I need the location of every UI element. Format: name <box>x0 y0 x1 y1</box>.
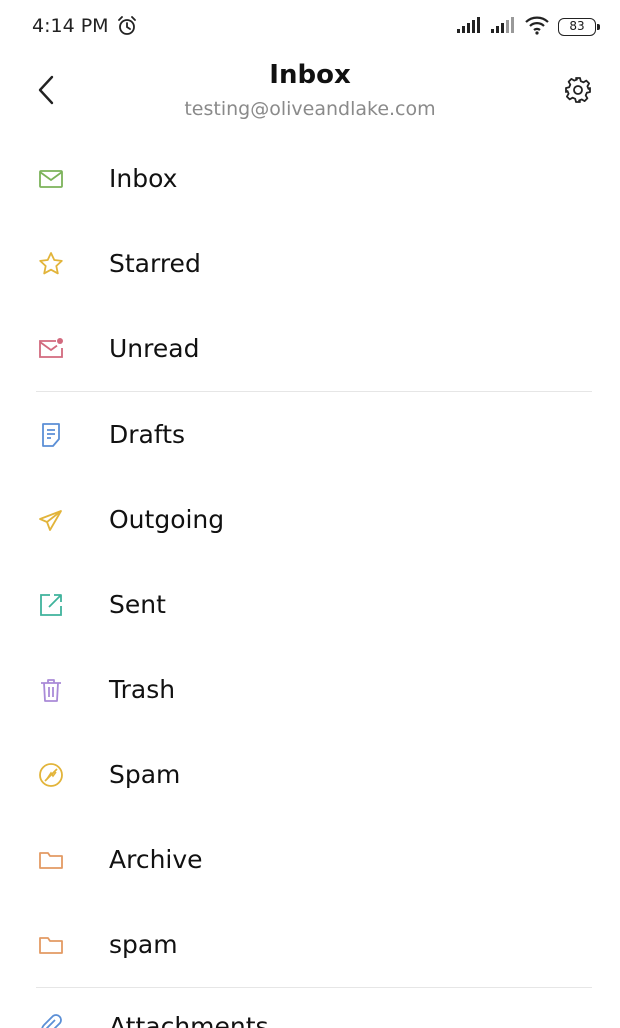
folder-item-trash[interactable]: Trash <box>0 647 620 732</box>
folder-item-spam-folder[interactable]: spam <box>0 902 620 987</box>
folder-label: Trash <box>109 675 176 704</box>
trash-icon <box>41 679 61 702</box>
star-icon <box>39 252 63 275</box>
folder-icon <box>39 937 63 954</box>
folder-label: Attachments <box>109 1012 269 1028</box>
page-title: Inbox <box>269 60 351 90</box>
sent-icon <box>40 594 62 616</box>
folder-list: Inbox Starred Unread Drafts Outgoing Sen… <box>0 136 620 1028</box>
folder-item-archive[interactable]: Archive <box>0 817 620 902</box>
mail-icon <box>39 170 63 188</box>
folder-item-unread[interactable]: Unread <box>0 306 620 391</box>
folder-item-inbox[interactable]: Inbox <box>0 136 620 221</box>
folder-label: Starred <box>109 249 201 278</box>
folder-label: Drafts <box>109 420 186 449</box>
draft-icon <box>42 423 60 447</box>
folder-label: Outgoing <box>109 505 225 534</box>
status-bar: 4:14 PM 83 <box>0 0 620 56</box>
folder-item-spam[interactable]: Spam <box>0 732 620 817</box>
signal-icon <box>456 16 482 38</box>
gear-icon <box>565 77 591 103</box>
folder-label: Spam <box>109 760 181 789</box>
settings-button[interactable] <box>558 68 598 112</box>
attachment-icon <box>41 1014 62 1028</box>
battery-indicator: 83 <box>558 18 600 36</box>
alarm-icon <box>116 15 138 41</box>
folder-item-drafts[interactable]: Drafts <box>0 392 620 477</box>
account-email: testing@oliveandlake.com <box>184 98 436 120</box>
folder-label: Unread <box>109 334 200 363</box>
folder-item-sent[interactable]: Sent <box>0 562 620 647</box>
folder-label: spam <box>109 930 178 959</box>
folder-item-attachments[interactable]: Attachments <box>0 988 620 1028</box>
header: Inbox testing@oliveandlake.com <box>0 56 620 136</box>
folder-label: Archive <box>109 845 203 874</box>
folder-label: Sent <box>109 590 166 619</box>
folder-item-outgoing[interactable]: Outgoing <box>0 477 620 562</box>
folder-item-starred[interactable]: Starred <box>0 221 620 306</box>
folder-label: Inbox <box>109 164 178 193</box>
signal-icon <box>490 16 516 38</box>
folder-icon <box>39 852 63 869</box>
status-time: 4:14 PM <box>32 15 109 37</box>
paper-plane-icon <box>39 510 62 531</box>
spam-icon <box>39 763 63 787</box>
wifi-icon <box>524 15 550 39</box>
unread-mail-icon <box>39 338 63 358</box>
